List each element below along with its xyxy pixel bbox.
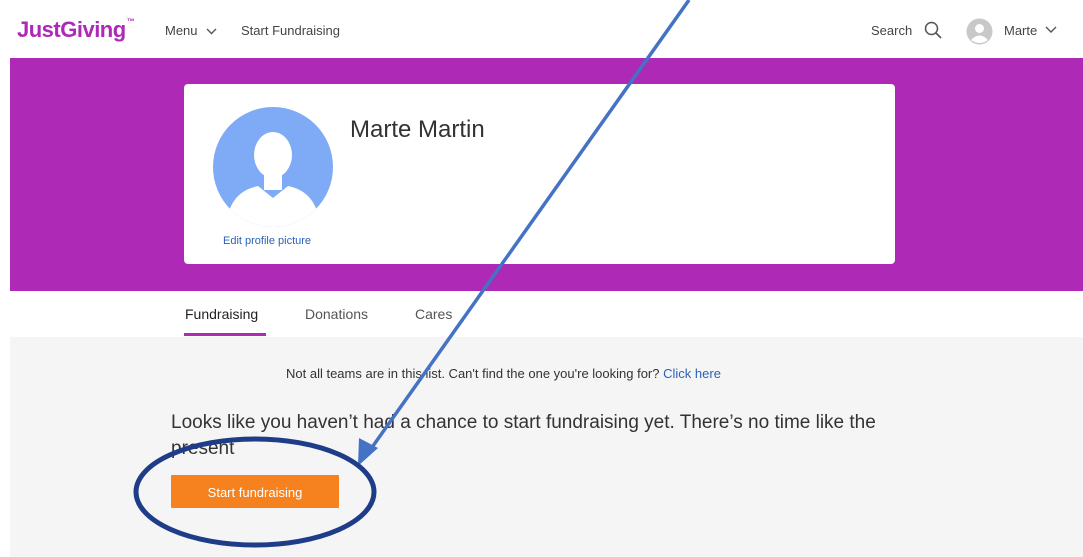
tab-fundraising[interactable]: Fundraising (185, 306, 258, 322)
user-avatar-icon[interactable] (966, 18, 993, 45)
search-icon[interactable] (924, 21, 942, 39)
search-link[interactable]: Search (871, 23, 912, 38)
empty-state-message: Looks like you haven’t had a chance to s… (171, 412, 876, 459)
logo-text: JustGiving (17, 17, 126, 42)
edit-profile-picture-link[interactable]: Edit profile picture (223, 235, 311, 247)
profile-placeholder-icon[interactable] (212, 106, 334, 228)
tab-donations[interactable]: Donations (305, 306, 368, 322)
teams-notice: Not all teams are in this list. Can't fi… (286, 366, 721, 381)
chevron-down-icon[interactable] (1045, 26, 1057, 33)
menu-label: Menu (165, 23, 198, 38)
notice-text: Not all teams are in this list. Can't fi… (286, 366, 660, 381)
profile-tabs (10, 291, 1083, 338)
tab-cares[interactable]: Cares (415, 306, 452, 322)
logo-trademark: ™ (126, 17, 135, 26)
justgiving-logo[interactable]: JustGiving™ (17, 17, 135, 43)
chevron-down-icon (206, 28, 217, 35)
user-menu-label[interactable]: Marte (1004, 23, 1037, 38)
click-here-link[interactable]: Click here (663, 366, 721, 381)
active-tab-indicator (184, 333, 266, 336)
menu-dropdown[interactable]: Menu (165, 23, 217, 38)
profile-name: Marte Martin (350, 116, 485, 143)
start-fundraising-link[interactable]: Start Fundraising (241, 23, 340, 38)
top-navigation-bar: JustGiving™ Menu Start Fundraising Searc… (0, 0, 1083, 58)
start-fundraising-button[interactable]: Start fundraising (171, 475, 339, 508)
